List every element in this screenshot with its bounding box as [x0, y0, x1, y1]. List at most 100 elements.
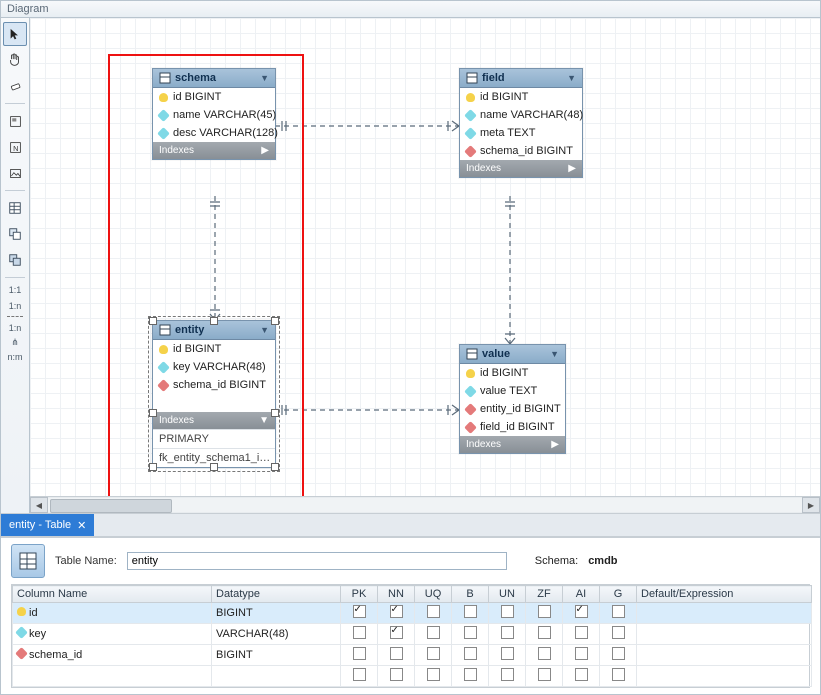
column-row[interactable]: name VARCHAR(45): [153, 106, 275, 124]
cell-b[interactable]: [452, 603, 489, 624]
checkbox[interactable]: [501, 647, 514, 660]
checkbox[interactable]: [353, 605, 366, 618]
header-b[interactable]: B: [452, 586, 489, 603]
checkbox[interactable]: [353, 647, 366, 660]
collapse-icon[interactable]: ▼: [567, 73, 576, 83]
cell-default[interactable]: [637, 624, 812, 645]
column-row[interactable]: id BIGINT: [153, 88, 275, 106]
checkbox[interactable]: [390, 626, 403, 639]
table-entity[interactable]: entity ▼ id BIGINT key VARCHAR(48) schem…: [152, 320, 276, 468]
image-tool[interactable]: [3, 161, 27, 185]
cell-g[interactable]: [600, 624, 637, 645]
view-tool[interactable]: [3, 222, 27, 246]
header-datatype[interactable]: Datatype: [212, 586, 341, 603]
cell-column-name[interactable]: schema_id: [13, 645, 212, 666]
table-header[interactable]: field ▼: [460, 69, 582, 88]
cell-datatype[interactable]: BIGINT: [212, 645, 341, 666]
diagram-canvas[interactable]: schema ▼ id BIGINT name VARCHAR(45) desc…: [30, 18, 820, 497]
cell-uq[interactable]: [415, 624, 452, 645]
cell-g[interactable]: [600, 603, 637, 624]
cell-b[interactable]: [452, 645, 489, 666]
resize-handle[interactable]: [271, 409, 279, 417]
resize-handle[interactable]: [149, 317, 157, 325]
column-row[interactable]: id BIGINT: [460, 364, 565, 382]
header-nn[interactable]: NN: [378, 586, 415, 603]
scroll-thumb[interactable]: [50, 499, 172, 513]
column-row[interactable]: field_id BIGINT: [460, 418, 565, 436]
checkbox[interactable]: [538, 605, 551, 618]
resize-handle[interactable]: [271, 463, 279, 471]
pointer-tool[interactable]: [3, 22, 27, 46]
cell-ai[interactable]: [563, 603, 600, 624]
header-un[interactable]: UN: [489, 586, 526, 603]
checkbox[interactable]: [427, 647, 440, 660]
checkbox[interactable]: [612, 605, 625, 618]
column-row[interactable]: desc VARCHAR(128): [153, 124, 275, 142]
hand-tool[interactable]: [3, 48, 27, 72]
rel-1-1-tool[interactable]: 1:1: [9, 283, 22, 297]
column-row[interactable]: meta TEXT: [460, 124, 582, 142]
column-row[interactable]: schema_id BIGINT: [460, 142, 582, 160]
checkbox[interactable]: [390, 647, 403, 660]
cell-ai[interactable]: [563, 624, 600, 645]
cell-pk[interactable]: [341, 624, 378, 645]
cell-zf[interactable]: [526, 624, 563, 645]
rel-1-n-tool[interactable]: 1:n: [9, 299, 22, 313]
header-default[interactable]: Default/Expression: [637, 586, 812, 603]
checkbox[interactable]: [464, 647, 477, 660]
cell-nn[interactable]: [378, 624, 415, 645]
grid-row[interactable]: keyVARCHAR(48): [13, 624, 812, 645]
cell-un[interactable]: [489, 624, 526, 645]
grid-row[interactable]: idBIGINT: [13, 603, 812, 624]
collapse-icon[interactable]: ▼: [260, 325, 269, 335]
header-zf[interactable]: ZF: [526, 586, 563, 603]
header-column-name[interactable]: Column Name: [13, 586, 212, 603]
index-row[interactable]: PRIMARY: [153, 429, 275, 448]
note-tool[interactable]: N: [3, 135, 27, 159]
routine-tool[interactable]: [3, 248, 27, 272]
eraser-tool[interactable]: [3, 74, 27, 98]
cell-default[interactable]: [637, 603, 812, 624]
column-row[interactable]: key VARCHAR(48): [153, 358, 275, 376]
checkbox[interactable]: [464, 626, 477, 639]
cell-column-name[interactable]: key: [13, 624, 212, 645]
indexes-header[interactable]: Indexes▼: [153, 412, 275, 429]
cell-uq[interactable]: [415, 603, 452, 624]
header-g[interactable]: G: [600, 586, 637, 603]
checkbox[interactable]: [538, 626, 551, 639]
table-header[interactable]: schema ▼: [153, 69, 275, 88]
header-uq[interactable]: UQ: [415, 586, 452, 603]
indexes-header[interactable]: Indexes▶: [460, 436, 565, 453]
checkbox[interactable]: [464, 668, 477, 681]
collapse-icon[interactable]: ▼: [550, 349, 559, 359]
cell-pk[interactable]: [341, 645, 378, 666]
cell-nn[interactable]: [378, 603, 415, 624]
rel-1-n-id-tool[interactable]: 1:n: [9, 321, 22, 335]
resize-handle[interactable]: [149, 409, 157, 417]
cell-g[interactable]: [600, 645, 637, 666]
column-row[interactable]: value TEXT: [460, 382, 565, 400]
checkbox[interactable]: [612, 668, 625, 681]
header-ai[interactable]: AI: [563, 586, 600, 603]
resize-handle[interactable]: [210, 317, 218, 325]
cell-un[interactable]: [489, 645, 526, 666]
resize-handle[interactable]: [271, 317, 279, 325]
scroll-left-button[interactable]: ◀: [30, 497, 48, 513]
column-row[interactable]: name VARCHAR(48): [460, 106, 582, 124]
checkbox[interactable]: [538, 647, 551, 660]
checkbox[interactable]: [575, 668, 588, 681]
checkbox[interactable]: [575, 605, 588, 618]
header-pk[interactable]: PK: [341, 586, 378, 603]
cell-datatype[interactable]: BIGINT: [212, 603, 341, 624]
checkbox[interactable]: [612, 626, 625, 639]
indexes-header[interactable]: Indexes▶: [460, 160, 582, 177]
scroll-right-button[interactable]: ▶: [802, 497, 820, 513]
grid-row[interactable]: schema_idBIGINT: [13, 645, 812, 666]
column-row[interactable]: id BIGINT: [153, 340, 275, 358]
indexes-header[interactable]: Indexes▶: [153, 142, 275, 159]
cell-un[interactable]: [489, 603, 526, 624]
table-value[interactable]: value ▼ id BIGINT value TEXT entity_id B…: [459, 344, 566, 454]
resize-handle[interactable]: [210, 463, 218, 471]
column-row[interactable]: id BIGINT: [460, 88, 582, 106]
checkbox[interactable]: [501, 668, 514, 681]
